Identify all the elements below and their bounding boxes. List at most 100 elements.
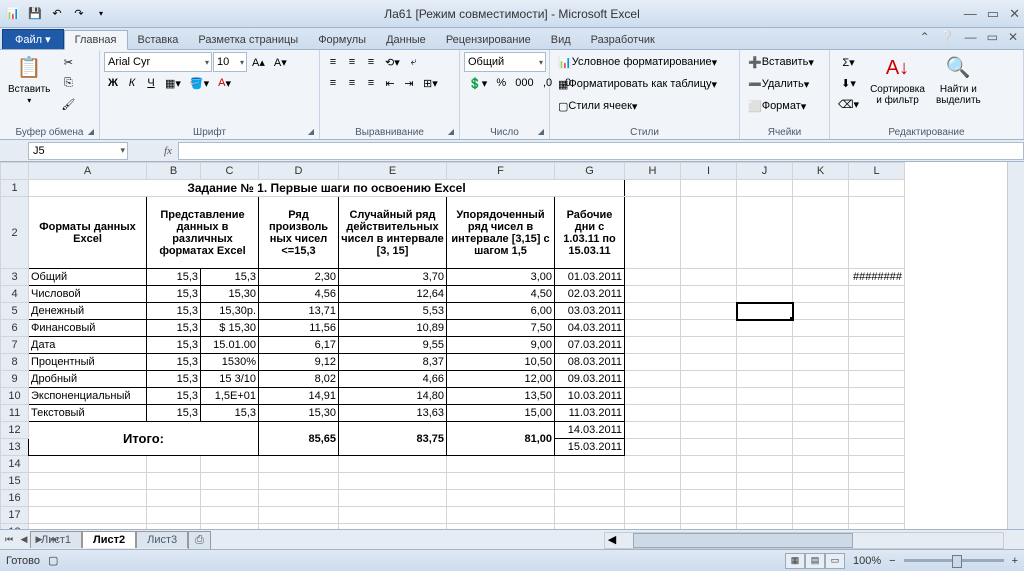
cell[interactable]	[793, 405, 849, 422]
hdr-a[interactable]: Форматы данных Excel	[29, 197, 147, 269]
col-header-H[interactable]: H	[625, 163, 681, 180]
cell[interactable]	[625, 473, 681, 490]
cell[interactable]	[737, 439, 793, 456]
cell-a[interactable]: Дата	[29, 337, 147, 354]
row-header-6[interactable]: 6	[1, 320, 29, 337]
launcher-icon[interactable]: ◢	[308, 127, 314, 136]
cell[interactable]	[737, 473, 793, 490]
sheet-tab-3[interactable]: Лист3	[136, 531, 188, 548]
cell[interactable]	[625, 320, 681, 337]
autosum-icon[interactable]: Σ▾	[834, 52, 863, 72]
row-header-14[interactable]: 14	[1, 456, 29, 473]
row-header-16[interactable]: 16	[1, 490, 29, 507]
shrink-font-icon[interactable]: A▾	[270, 52, 291, 72]
cell[interactable]	[625, 180, 681, 197]
cell-g[interactable]: 03.03.2011	[555, 303, 625, 320]
page-break-icon[interactable]: ▭	[825, 553, 845, 569]
cell-styles-button[interactable]: ▢ Стили ячеек ▾	[554, 96, 734, 116]
cell[interactable]	[849, 337, 905, 354]
cell[interactable]	[681, 269, 737, 286]
hdr-bc[interactable]: Представление данных в различных формата…	[147, 197, 259, 269]
cell[interactable]	[793, 320, 849, 337]
cell[interactable]	[147, 507, 201, 524]
cell[interactable]	[681, 180, 737, 197]
cell[interactable]	[625, 490, 681, 507]
cell-e[interactable]: 3,70	[339, 269, 447, 286]
bold-button[interactable]: Ж	[104, 73, 122, 93]
clear-icon[interactable]: ⌫▾	[834, 94, 863, 114]
row-header-2[interactable]: 2	[1, 197, 29, 269]
cell[interactable]	[555, 507, 625, 524]
sort-filter-button[interactable]: A↓Сортировка и фильтр	[866, 52, 929, 108]
cell-f[interactable]: 12,00	[447, 371, 555, 388]
zoom-level[interactable]: 100%	[853, 555, 881, 567]
page-layout-icon[interactable]: ▤	[805, 553, 825, 569]
col-header-A[interactable]: A	[29, 163, 147, 180]
cell-b[interactable]: 15,3	[147, 303, 201, 320]
cell-c[interactable]: $ 15,30	[201, 320, 259, 337]
hdr-g[interactable]: Рабочие дни с 1.03.11 по 15.03.11	[555, 197, 625, 269]
fill-color-button[interactable]: 🪣▾	[186, 73, 213, 93]
col-header-B[interactable]: B	[147, 163, 201, 180]
cell[interactable]	[681, 490, 737, 507]
cell[interactable]	[681, 439, 737, 456]
cell[interactable]	[737, 507, 793, 524]
cell-J7[interactable]	[737, 337, 793, 354]
first-sheet-icon[interactable]: ⏮	[2, 534, 16, 545]
row-header-10[interactable]: 10	[1, 388, 29, 405]
find-select-button[interactable]: 🔍Найти и выделить	[932, 52, 985, 108]
cell[interactable]	[681, 405, 737, 422]
cell-a[interactable]: Текстовый	[29, 405, 147, 422]
insert-cells-button[interactable]: ➕ Вставить ▾	[744, 52, 826, 72]
cell[interactable]	[681, 388, 737, 405]
align-bottom-icon[interactable]: ≡	[362, 52, 380, 72]
cell[interactable]	[29, 490, 147, 507]
cell[interactable]	[625, 197, 681, 269]
cell[interactable]	[793, 303, 849, 320]
cell-f[interactable]: 7,50	[447, 320, 555, 337]
workbook-min-icon[interactable]: —	[965, 30, 977, 44]
col-header-J[interactable]: J	[737, 163, 793, 180]
cell[interactable]	[793, 286, 849, 303]
cell[interactable]: ########	[849, 269, 905, 286]
col-header-F[interactable]: F	[447, 163, 555, 180]
cell-e[interactable]: 5,53	[339, 303, 447, 320]
cell-d[interactable]: 13,71	[259, 303, 339, 320]
wrap-text-icon[interactable]: ⤶	[405, 52, 423, 72]
format-painter-icon[interactable]: 🖌	[57, 94, 79, 114]
cell[interactable]	[625, 388, 681, 405]
cell-a[interactable]: Финансовый	[29, 320, 147, 337]
total-e[interactable]: 83,75	[339, 422, 447, 456]
cell[interactable]	[201, 456, 259, 473]
cell-b[interactable]: 15,3	[147, 405, 201, 422]
cell-g[interactable]: 08.03.2011	[555, 354, 625, 371]
cell-J3[interactable]	[737, 269, 793, 286]
close-icon[interactable]: ✕	[1009, 6, 1020, 22]
row-header-4[interactable]: 4	[1, 286, 29, 303]
cell-J10[interactable]	[737, 388, 793, 405]
cell[interactable]	[201, 473, 259, 490]
total-label[interactable]: Итого:	[29, 422, 259, 456]
tab-view[interactable]: Вид	[541, 31, 581, 49]
conditional-format-button[interactable]: 📊 Условное форматирование ▾	[554, 52, 734, 72]
cell[interactable]	[147, 456, 201, 473]
redo-icon[interactable]: ↷	[70, 5, 88, 23]
formula-input[interactable]	[178, 142, 1024, 160]
indent-dec-icon[interactable]: ⇤	[381, 73, 399, 93]
table-title[interactable]: Задание № 1. Первые шаги по освоению Exc…	[29, 180, 625, 197]
align-top-icon[interactable]: ≡	[324, 52, 342, 72]
delete-cells-button[interactable]: ➖ Удалить ▾	[744, 74, 826, 94]
align-middle-icon[interactable]: ≡	[343, 52, 361, 72]
cell[interactable]	[447, 507, 555, 524]
cell-g13[interactable]: 15.03.2011	[555, 439, 625, 456]
sheet-tab-2[interactable]: Лист2	[82, 531, 136, 548]
cell-g[interactable]: 01.03.2011	[555, 269, 625, 286]
tab-insert[interactable]: Вставка	[128, 31, 189, 49]
cell[interactable]	[849, 354, 905, 371]
cell-c[interactable]: 15.01.00	[201, 337, 259, 354]
cell-b[interactable]: 15,3	[147, 354, 201, 371]
cell-d[interactable]: 8,02	[259, 371, 339, 388]
italic-button[interactable]: К	[123, 73, 141, 93]
indent-inc-icon[interactable]: ⇥	[400, 73, 418, 93]
cut-icon[interactable]: ✂	[57, 52, 79, 72]
